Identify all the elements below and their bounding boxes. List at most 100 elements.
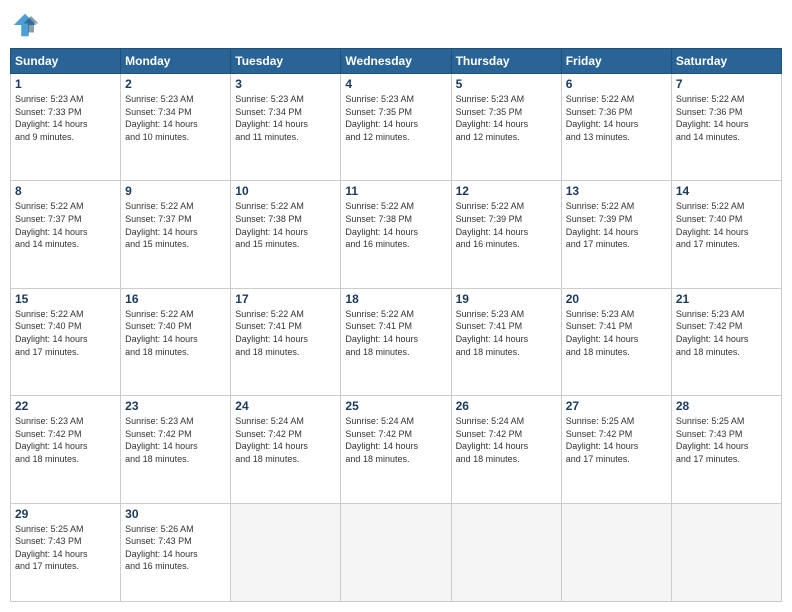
day-number: 25: [345, 399, 446, 413]
calendar-week-2: 8 Sunrise: 5:22 AM Sunset: 7:37 PM Daylig…: [11, 181, 782, 288]
calendar-cell: 8 Sunrise: 5:22 AM Sunset: 7:37 PM Daylig…: [11, 181, 121, 288]
day-info: Sunrise: 5:25 AM Sunset: 7:42 PM Dayligh…: [566, 415, 667, 465]
weekday-header-wednesday: Wednesday: [341, 49, 451, 74]
day-info: Sunrise: 5:22 AM Sunset: 7:38 PM Dayligh…: [345, 200, 446, 250]
calendar-cell: [451, 503, 561, 602]
calendar-cell: [231, 503, 341, 602]
day-info: Sunrise: 5:23 AM Sunset: 7:34 PM Dayligh…: [125, 93, 226, 143]
calendar-cell: 19 Sunrise: 5:23 AM Sunset: 7:41 PM Dayli…: [451, 288, 561, 395]
day-info: Sunrise: 5:23 AM Sunset: 7:34 PM Dayligh…: [235, 93, 336, 143]
day-info: Sunrise: 5:22 AM Sunset: 7:38 PM Dayligh…: [235, 200, 336, 250]
day-info: Sunrise: 5:25 AM Sunset: 7:43 PM Dayligh…: [15, 523, 116, 573]
day-info: Sunrise: 5:26 AM Sunset: 7:43 PM Dayligh…: [125, 523, 226, 573]
calendar-cell: 21 Sunrise: 5:23 AM Sunset: 7:42 PM Dayli…: [671, 288, 781, 395]
weekday-header-friday: Friday: [561, 49, 671, 74]
day-info: Sunrise: 5:23 AM Sunset: 7:41 PM Dayligh…: [456, 308, 557, 358]
calendar-cell: 22Sunrise: 5:23 AM Sunset: 7:42 PM Dayli…: [11, 396, 121, 503]
day-number: 18: [345, 292, 446, 306]
day-info: Sunrise: 5:23 AM Sunset: 7:42 PM Dayligh…: [676, 308, 777, 358]
day-info: Sunrise: 5:22 AM Sunset: 7:37 PM Dayligh…: [125, 200, 226, 250]
calendar-cell: 14 Sunrise: 5:22 AM Sunset: 7:40 PM Dayli…: [671, 181, 781, 288]
day-info: Sunrise: 5:22 AM Sunset: 7:40 PM Dayligh…: [15, 308, 116, 358]
day-info: Sunrise: 5:24 AM Sunset: 7:42 PM Dayligh…: [345, 415, 446, 465]
day-number: 22: [15, 399, 116, 413]
day-info: Sunrise: 5:22 AM Sunset: 7:36 PM Dayligh…: [676, 93, 777, 143]
day-number: 3: [235, 77, 336, 91]
day-info: Sunrise: 5:23 AM Sunset: 7:35 PM Dayligh…: [345, 93, 446, 143]
day-info: Sunrise: 5:23 AM Sunset: 7:33 PM Dayligh…: [15, 93, 116, 143]
day-info: Sunrise: 5:22 AM Sunset: 7:41 PM Dayligh…: [345, 308, 446, 358]
day-number: 4: [345, 77, 446, 91]
weekday-header-saturday: Saturday: [671, 49, 781, 74]
calendar-cell: 26Sunrise: 5:24 AM Sunset: 7:42 PM Dayli…: [451, 396, 561, 503]
calendar-cell: 20 Sunrise: 5:23 AM Sunset: 7:41 PM Dayli…: [561, 288, 671, 395]
day-number: 8: [15, 184, 116, 198]
day-info: Sunrise: 5:22 AM Sunset: 7:40 PM Dayligh…: [676, 200, 777, 250]
calendar-header-row: SundayMondayTuesdayWednesdayThursdayFrid…: [11, 49, 782, 74]
day-number: 13: [566, 184, 667, 198]
calendar-cell: 30 Sunrise: 5:26 AM Sunset: 7:43 PM Dayli…: [121, 503, 231, 602]
calendar-cell: 1 Sunrise: 5:23 AM Sunset: 7:33 PM Daylig…: [11, 74, 121, 181]
day-info: Sunrise: 5:23 AM Sunset: 7:42 PM Dayligh…: [125, 415, 226, 465]
day-number: 29: [15, 507, 116, 521]
calendar-cell: 13 Sunrise: 5:22 AM Sunset: 7:39 PM Dayli…: [561, 181, 671, 288]
calendar-cell: 12Sunrise: 5:22 AM Sunset: 7:39 PM Dayli…: [451, 181, 561, 288]
day-number: 11: [345, 184, 446, 198]
day-number: 20: [566, 292, 667, 306]
day-number: 28: [676, 399, 777, 413]
calendar: SundayMondayTuesdayWednesdayThursdayFrid…: [10, 48, 782, 602]
day-info: Sunrise: 5:22 AM Sunset: 7:37 PM Dayligh…: [15, 200, 116, 250]
day-number: 10: [235, 184, 336, 198]
day-number: 27: [566, 399, 667, 413]
day-info: Sunrise: 5:23 AM Sunset: 7:41 PM Dayligh…: [566, 308, 667, 358]
calendar-cell: [341, 503, 451, 602]
day-number: 19: [456, 292, 557, 306]
weekday-header-sunday: Sunday: [11, 49, 121, 74]
day-number: 7: [676, 77, 777, 91]
day-number: 21: [676, 292, 777, 306]
weekday-header-tuesday: Tuesday: [231, 49, 341, 74]
calendar-cell: 5 Sunrise: 5:23 AM Sunset: 7:35 PM Daylig…: [451, 74, 561, 181]
page: SundayMondayTuesdayWednesdayThursdayFrid…: [0, 0, 792, 612]
calendar-cell: 6 Sunrise: 5:22 AM Sunset: 7:36 PM Daylig…: [561, 74, 671, 181]
day-number: 2: [125, 77, 226, 91]
day-info: Sunrise: 5:22 AM Sunset: 7:36 PM Dayligh…: [566, 93, 667, 143]
calendar-cell: 17Sunrise: 5:22 AM Sunset: 7:41 PM Dayli…: [231, 288, 341, 395]
calendar-week-3: 15 Sunrise: 5:22 AM Sunset: 7:40 PM Dayli…: [11, 288, 782, 395]
day-info: Sunrise: 5:24 AM Sunset: 7:42 PM Dayligh…: [456, 415, 557, 465]
day-info: Sunrise: 5:22 AM Sunset: 7:41 PM Dayligh…: [235, 308, 336, 358]
day-info: Sunrise: 5:25 AM Sunset: 7:43 PM Dayligh…: [676, 415, 777, 465]
calendar-cell: 25 Sunrise: 5:24 AM Sunset: 7:42 PM Dayli…: [341, 396, 451, 503]
day-number: 6: [566, 77, 667, 91]
day-number: 9: [125, 184, 226, 198]
calendar-cell: 23 Sunrise: 5:23 AM Sunset: 7:42 PM Dayli…: [121, 396, 231, 503]
calendar-cell: 27 Sunrise: 5:25 AM Sunset: 7:42 PM Dayli…: [561, 396, 671, 503]
day-info: Sunrise: 5:23 AM Sunset: 7:35 PM Dayligh…: [456, 93, 557, 143]
calendar-cell: 15 Sunrise: 5:22 AM Sunset: 7:40 PM Dayli…: [11, 288, 121, 395]
calendar-cell: 7 Sunrise: 5:22 AM Sunset: 7:36 PM Daylig…: [671, 74, 781, 181]
day-number: 5: [456, 77, 557, 91]
calendar-week-1: 1 Sunrise: 5:23 AM Sunset: 7:33 PM Daylig…: [11, 74, 782, 181]
day-info: Sunrise: 5:22 AM Sunset: 7:39 PM Dayligh…: [566, 200, 667, 250]
calendar-week-5: 29 Sunrise: 5:25 AM Sunset: 7:43 PM Dayli…: [11, 503, 782, 602]
calendar-cell: 16Sunrise: 5:22 AM Sunset: 7:40 PM Dayli…: [121, 288, 231, 395]
calendar-cell: 4 Sunrise: 5:23 AM Sunset: 7:35 PM Daylig…: [341, 74, 451, 181]
calendar-cell: 2 Sunrise: 5:23 AM Sunset: 7:34 PM Daylig…: [121, 74, 231, 181]
weekday-header-thursday: Thursday: [451, 49, 561, 74]
calendar-cell: 18 Sunrise: 5:22 AM Sunset: 7:41 PM Dayli…: [341, 288, 451, 395]
day-number: 23: [125, 399, 226, 413]
logo-icon: [10, 10, 40, 40]
day-number: 1: [15, 77, 116, 91]
calendar-week-4: 22 Sunrise: 5:23 AM Sunset: 7:42 PM Dayli…: [11, 396, 782, 503]
weekday-header-monday: Monday: [121, 49, 231, 74]
day-number: 14: [676, 184, 777, 198]
header: [10, 10, 782, 40]
day-number: 15: [15, 292, 116, 306]
calendar-cell: 24Sunrise: 5:24 AM Sunset: 7:42 PM Dayli…: [231, 396, 341, 503]
calendar-cell: 9 Sunrise: 5:22 AM Sunset: 7:37 PM Daylig…: [121, 181, 231, 288]
day-number: 30: [125, 507, 226, 521]
day-number: 16: [125, 292, 226, 306]
day-number: 24: [235, 399, 336, 413]
day-number: 12: [456, 184, 557, 198]
calendar-cell: 28 Sunrise: 5:25 AM Sunset: 7:43 PM Dayli…: [671, 396, 781, 503]
